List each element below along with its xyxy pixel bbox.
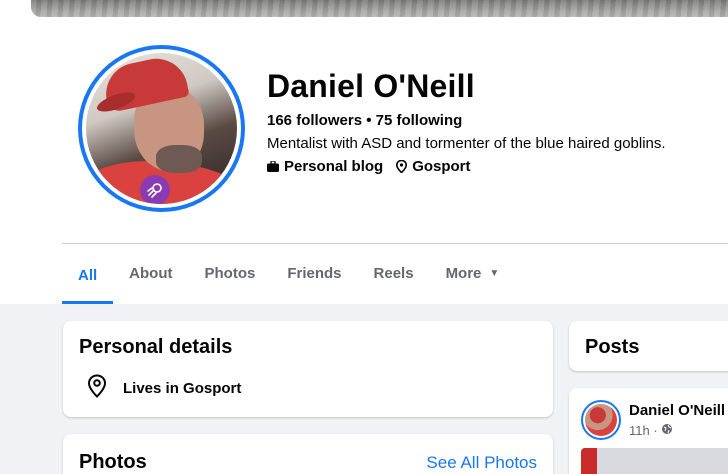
see-all-photos-link[interactable]: See All Photos bbox=[426, 453, 537, 473]
tab-friends[interactable]: Friends bbox=[271, 246, 357, 301]
post-image[interactable] bbox=[581, 448, 728, 474]
photos-card: Photos See All Photos bbox=[63, 434, 553, 474]
profile-avatar[interactable] bbox=[78, 45, 245, 212]
posts-title: Posts bbox=[585, 336, 640, 358]
profile-tabs: All About Photos Friends Reels More ▼ bbox=[62, 246, 515, 304]
header-divider bbox=[62, 243, 728, 244]
globe-icon bbox=[661, 423, 673, 438]
profile-links: Personal blog Gosport bbox=[267, 158, 471, 175]
avatar-frame-badge-icon bbox=[140, 175, 170, 204]
photos-title: Photos bbox=[79, 451, 147, 473]
location-link[interactable]: Gosport bbox=[395, 158, 471, 175]
personal-details-title: Personal details bbox=[79, 336, 233, 358]
location-pin-icon bbox=[87, 374, 107, 402]
tab-reels[interactable]: Reels bbox=[358, 246, 430, 301]
post-author-avatar[interactable] bbox=[581, 400, 621, 440]
post-card: Daniel O'Neill 11h · bbox=[569, 388, 728, 474]
briefcase-icon bbox=[267, 161, 279, 173]
personal-details-card: Personal details Lives in Gosport bbox=[63, 321, 553, 417]
tab-photos[interactable]: Photos bbox=[189, 246, 272, 301]
tab-all[interactable]: All bbox=[62, 246, 114, 304]
tab-more[interactable]: More ▼ bbox=[430, 246, 516, 301]
lives-in-text: Lives in Gosport bbox=[123, 379, 242, 397]
lives-in-row: Lives in Gosport bbox=[87, 374, 241, 402]
cover-photo[interactable] bbox=[31, 0, 728, 17]
follower-stats[interactable]: 166 followers • 75 following bbox=[267, 112, 462, 129]
personal-blog-link[interactable]: Personal blog bbox=[267, 158, 383, 175]
post-author-name[interactable]: Daniel O'Neill bbox=[629, 402, 725, 419]
posts-card: Posts bbox=[569, 321, 728, 371]
profile-photo bbox=[86, 53, 237, 204]
profile-bio: Mentalist with ASD and tormenter of the … bbox=[267, 135, 666, 152]
profile-name: Daniel O'Neill bbox=[267, 68, 475, 104]
caret-down-icon: ▼ bbox=[489, 268, 500, 279]
tab-about[interactable]: About bbox=[113, 246, 188, 301]
post-timestamp[interactable]: 11h · bbox=[629, 423, 673, 438]
profile-header: Daniel O'Neill 166 followers • 75 follow… bbox=[0, 0, 728, 304]
location-pin-icon bbox=[395, 160, 407, 173]
